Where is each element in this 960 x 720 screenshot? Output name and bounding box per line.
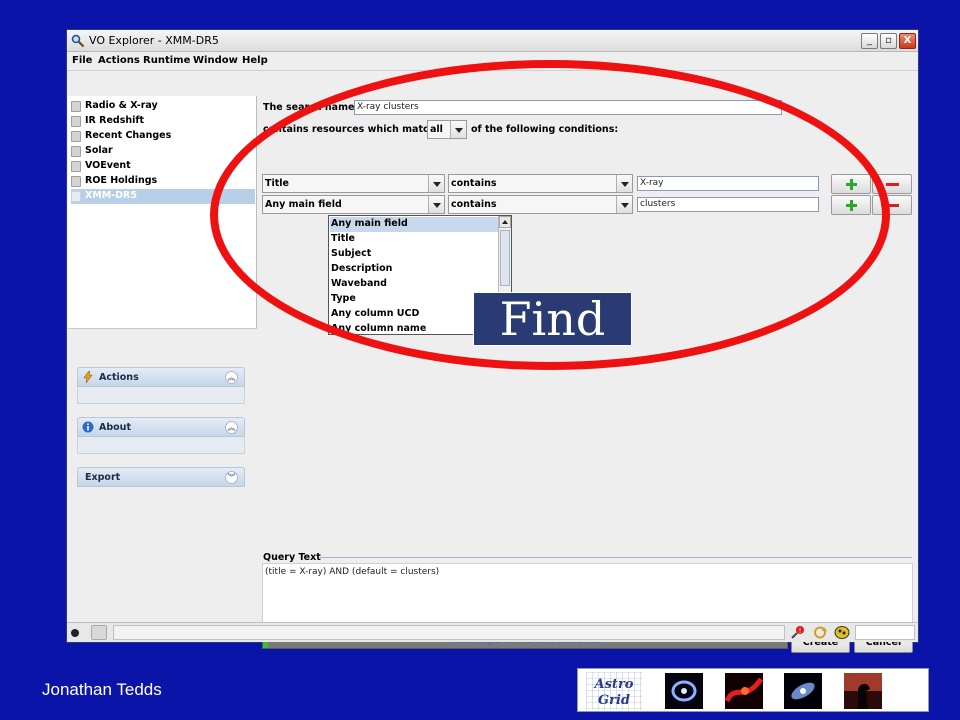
actions-panel-header[interactable]: Actions ︽ [77,367,245,387]
sidebar-item-recent-changes[interactable]: Recent Changes [71,129,255,144]
menu-runtime[interactable]: Runtime [143,55,190,66]
chevron-up-icon[interactable]: ︽ [225,371,238,384]
minus-icon [886,183,899,186]
astrogrid-logo: Astro Grid [586,672,642,710]
astrogrid-status-icon[interactable] [834,625,850,640]
sidebar-item-radio-xray[interactable]: Radio & X-ray [71,99,255,114]
list-icon [71,146,81,157]
menu-help[interactable]: Help [242,55,268,66]
about-panel: About ︽ [77,417,245,454]
status-bar: ! [67,622,918,642]
list-icon [71,101,81,112]
sync-icon[interactable] [812,625,828,640]
list-icon [71,161,81,172]
find-callout: Find [473,292,632,346]
about-panel-header[interactable]: About ︽ [77,417,245,437]
list-icon [71,131,81,142]
sidebar-item-solar[interactable]: Solar [71,144,255,159]
about-panel-body [77,437,245,454]
astrogrid-logo-strip: Astro Grid [577,668,929,712]
export-panel: Export ︾ [77,467,245,487]
galaxy-thumbnail-icon [784,673,822,709]
horsehead-thumbnail-icon [844,673,882,709]
chevron-down-icon[interactable]: ︾ [225,471,238,484]
sidebar-item-ir-redshift[interactable]: IR Redshift [71,114,255,129]
logo-text-grid: Grid [598,693,630,708]
info-icon [82,421,94,433]
query-text-area[interactable]: (title = X-ray) AND (default = clusters) [262,563,913,629]
svg-text:!: ! [799,627,802,635]
minimize-button[interactable]: _ [861,33,878,49]
menu-actions[interactable]: Actions [98,55,140,66]
list-icon [71,191,81,202]
stop-button[interactable] [91,625,107,640]
list-icon [71,116,81,127]
logo-text-astro: Astro [593,677,634,692]
maximize-button[interactable]: ▫ [880,33,897,49]
task-panels: Actions ︽ About ︽ Export ︾ [68,328,257,621]
author-name: Jonathan Tedds [42,680,162,699]
menu-window[interactable]: Window [193,55,238,66]
export-panel-header[interactable]: Export ︾ [77,467,245,487]
menu-file[interactable]: File [72,55,92,66]
nebula-thumbnail-icon [665,673,703,709]
chevron-up-icon[interactable]: ︽ [225,421,238,434]
title-bar: VO Explorer - XMM-DR5 _ ▫ X [67,30,918,52]
actions-panel-body [77,387,245,404]
status-indicator-icon [71,629,79,637]
error-alert-icon[interactable]: ! [790,625,806,640]
actions-panel: Actions ︽ [77,367,245,404]
window-title: VO Explorer - XMM-DR5 [89,34,219,47]
status-message [113,625,785,640]
lightning-icon [83,371,93,383]
red-nebula-thumbnail-icon [725,673,763,709]
query-text-label: Query Text [263,552,321,563]
status-field-right [855,625,915,640]
divider [320,557,912,558]
close-button[interactable]: X [899,33,916,49]
magnifier-icon [71,34,85,48]
list-icon [71,176,81,187]
